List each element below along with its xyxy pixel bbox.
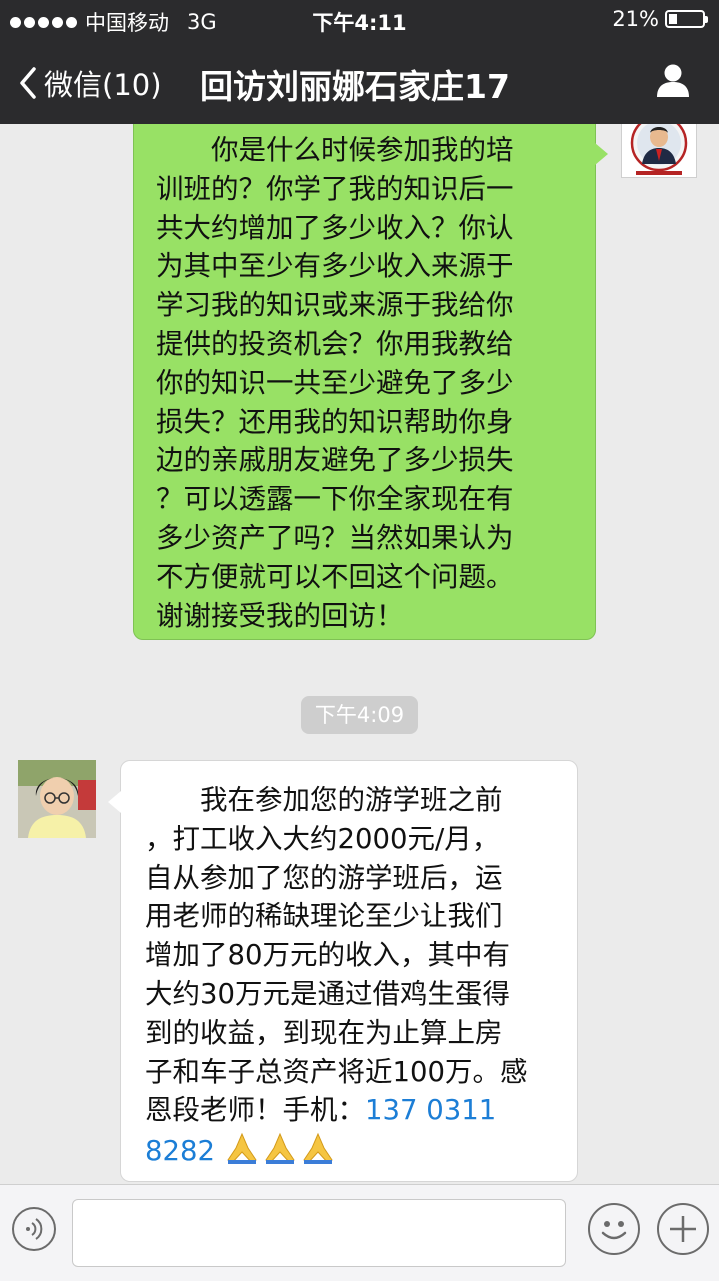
status-time: 下午4:11 (312, 11, 407, 35)
message-line: 不方便就可以不回这个问题。 (156, 560, 514, 593)
phone-number-link[interactable]: 8282 (145, 1135, 215, 1167)
message-line: 用老师的稀缺理论至少让我们 (145, 900, 503, 933)
chat-header: 微信(10) 回访刘丽娜石家庄17 (0, 40, 719, 124)
teacher-portrait-image (630, 124, 688, 175)
message-line: 我在参加您的游学班之前 (145, 784, 503, 816)
message-line: 提供的投资机会？你用我教给 (156, 327, 514, 360)
back-button[interactable]: 微信(10) (18, 62, 162, 104)
message-line: 共大约增加了多少收入？你认 (156, 211, 514, 244)
phone-prefix-text: 恩段老师！手机： (145, 1094, 365, 1127)
plus-icon (670, 1216, 696, 1242)
input-bar (0, 1184, 719, 1281)
message-line-last: 8282 (145, 1130, 561, 1171)
message-line: 为其中至少有多少收入来源于 (156, 250, 514, 283)
incoming-message[interactable]: 我在参加您的游学班之前 ，打工收入大约2000元/月， 自从参加了您的游学班后，… (108, 760, 578, 1182)
message-line: 大约30万元是通过借鸡生蛋得 (145, 977, 510, 1010)
chat-area[interactable]: 你是什么时候参加我的培 训班的？你学了我的知识后一 共大约增加了多少收入？你认 … (0, 124, 719, 1184)
more-button[interactable] (657, 1203, 709, 1255)
contact-avatar[interactable] (18, 760, 96, 838)
phone-number-link[interactable]: 137 0311 (365, 1094, 496, 1126)
message-line: 谢谢接受我的回访！ (156, 599, 404, 632)
contact-photo-image (18, 760, 96, 838)
chat-title: 回访刘丽娜石家庄17 (200, 67, 510, 106)
message-line: 到的收益，到现在为止算上房 (145, 1016, 503, 1049)
smiley-icon (601, 1221, 627, 1240)
person-icon (657, 64, 689, 97)
message-line: 增加了80万元的收入，其中有 (145, 939, 510, 972)
voice-icon (26, 1218, 43, 1240)
folded-hands-icon (227, 1132, 257, 1165)
battery-percent: 21% (612, 7, 659, 31)
battery-icon (665, 10, 708, 28)
back-label: 微信(10) (44, 68, 162, 102)
folded-hands-icon (303, 1132, 333, 1165)
message-line-phone: 恩段老师！手机：137 0311 (145, 1091, 561, 1130)
sender-avatar[interactable] (621, 124, 697, 178)
message-line: 学习我的知识或来源于我给你 (156, 289, 514, 322)
message-line: 边的亲戚朋友避免了多少损失 (156, 444, 514, 477)
folded-hands-icon (265, 1132, 295, 1165)
outgoing-message[interactable]: 你是什么时候参加我的培 训班的？你学了我的知识后一 共大约增加了多少收入？你认 … (133, 124, 608, 640)
emoji-button[interactable] (588, 1203, 640, 1255)
voice-button[interactable] (12, 1207, 56, 1251)
message-line: 训班的？你学了我的知识后一 (156, 172, 514, 205)
message-line: ？可以透露一下你全家现在有 (156, 483, 514, 516)
message-line: 多少资产了吗？当然如果认为 (156, 521, 514, 554)
message-line: 你是什么时候参加我的培 (156, 134, 514, 166)
message-timestamp: 下午4:09 (301, 696, 418, 734)
message-line: 子和车子总资产将近100万。感 (145, 1055, 528, 1088)
status-bar: 中国移动 3G 下午4:11 21% (0, 0, 719, 40)
message-input[interactable] (72, 1199, 566, 1267)
message-line: 你的知识一共至少避免了多少 (156, 366, 514, 399)
chevron-left-icon (20, 67, 36, 99)
profile-button[interactable] (655, 62, 691, 102)
battery-info: 21% (612, 7, 708, 31)
message-line: 损失？还用我的知识帮助你身 (156, 405, 514, 438)
message-line: 自从参加了您的游学班后，运 (145, 861, 503, 894)
message-line: ，打工收入大约2000元/月， (145, 822, 500, 855)
